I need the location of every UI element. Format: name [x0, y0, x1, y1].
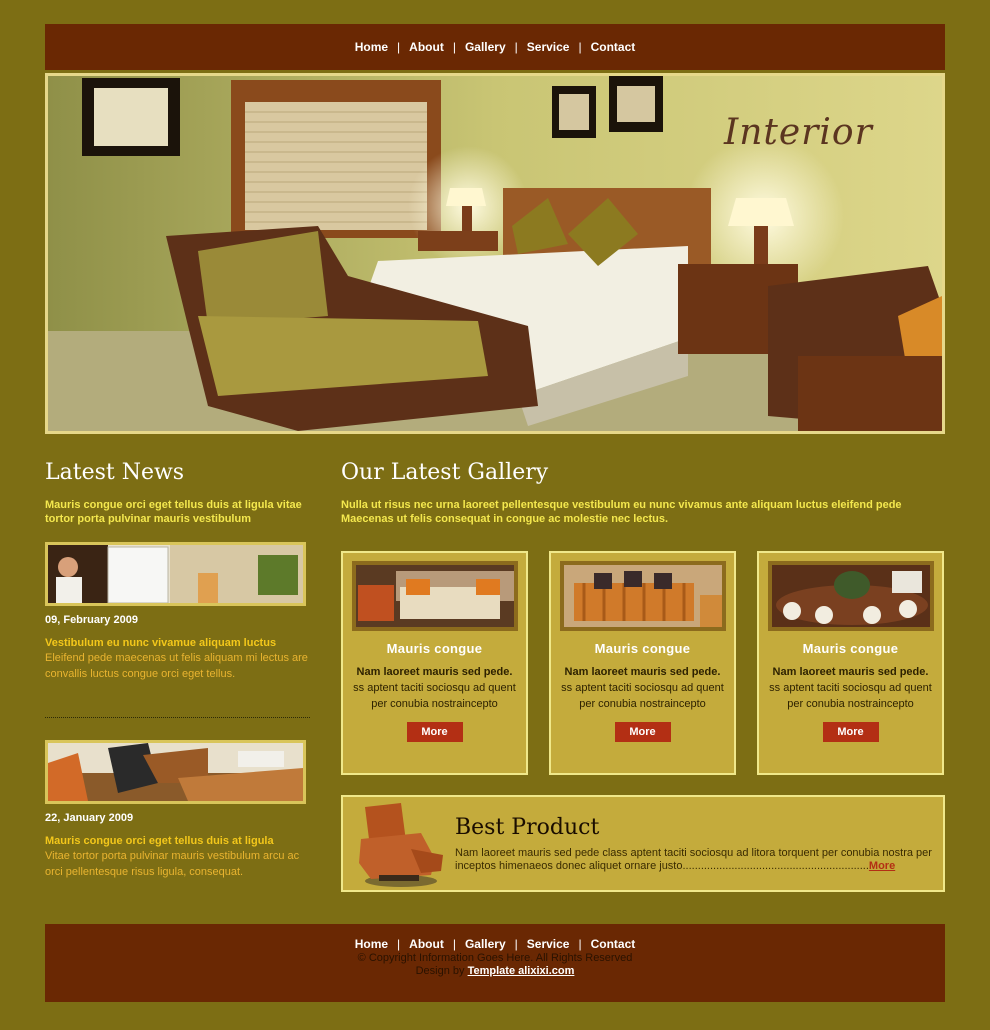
footer-nav-contact[interactable]: Contact	[591, 937, 636, 951]
gallery-heading: Our Latest Gallery	[341, 460, 549, 485]
nav-separator: |	[397, 937, 401, 951]
card-body-text: ss aptent taciti sociosqu ad quent per c…	[769, 682, 932, 710]
best-product-more-link[interactable]: More	[869, 860, 895, 872]
footer-nav-about[interactable]: About	[409, 937, 444, 951]
footer-nav-home[interactable]: Home	[355, 937, 388, 951]
card-title: Mauris congue	[802, 641, 899, 656]
gallery-card: Mauris congue Nam laoreet mauris sed ped…	[757, 551, 944, 775]
page-wrapper: Home | About | Gallery | Service | Conta…	[45, 24, 945, 1002]
best-product-title: Best Product	[455, 815, 600, 840]
nav-separator: |	[397, 40, 401, 54]
nav-separator: |	[452, 937, 456, 951]
gallery-thumbnail[interactable]	[767, 561, 934, 631]
news-body: Vitae tortor porta pulvinar mauris vesti…	[45, 850, 300, 878]
gallery-thumbnail[interactable]	[559, 561, 726, 631]
news-divider	[45, 717, 310, 718]
gallery-card: Mauris congue Nam laoreet mauris sed ped…	[341, 551, 528, 775]
nav-separator: |	[578, 40, 582, 54]
nav-home[interactable]: Home	[355, 40, 388, 54]
latest-news-intro: Mauris congue orci eget tellus duis at l…	[45, 499, 302, 525]
news-thumbnail[interactable]	[45, 740, 306, 804]
latest-news-heading: Latest News	[45, 460, 185, 485]
footer-nav-service[interactable]: Service	[527, 937, 570, 951]
nav-service[interactable]: Service	[527, 40, 570, 54]
more-button[interactable]: More	[822, 722, 879, 742]
card-body-bold: Nam laoreet mauris sed pede.	[564, 666, 721, 678]
news-title[interactable]: Vestibulum eu nunc vivamue aliquam luctu…	[45, 637, 309, 649]
copyright-text: © Copyright Information Goes Here. All R…	[357, 952, 633, 964]
news-date: 22, January 2009	[45, 812, 134, 824]
card-body-text: ss aptent taciti sociosqu ad quent per c…	[353, 682, 516, 710]
news-item: 09, February 2009 Vestibulum eu nunc viv…	[45, 542, 309, 682]
card-title: Mauris congue	[386, 641, 483, 656]
more-button[interactable]: More	[614, 722, 671, 742]
news-item: 22, January 2009 Mauris congue orci eget…	[45, 740, 309, 880]
card-body: Nam laoreet mauris sed pede. ss aptent t…	[353, 664, 516, 712]
best-product-text: Nam laoreet mauris sed pede class aptent…	[455, 847, 932, 872]
nav-separator: |	[452, 40, 456, 54]
armchair-photo	[359, 803, 443, 887]
top-nav: Home | About | Gallery | Service | Conta…	[45, 24, 945, 70]
design-credit-prefix: Design by	[415, 965, 465, 977]
nav-separator: |	[578, 937, 582, 951]
nav-separator: |	[514, 937, 518, 951]
office-photo	[48, 545, 303, 603]
news-date: 09, February 2009	[45, 614, 138, 626]
dining-photo	[771, 565, 930, 627]
desk-photo	[48, 743, 303, 801]
hero-banner: Interior	[45, 73, 945, 434]
news-body: Eleifend pede maecenas ut felis aliquam …	[45, 652, 308, 680]
best-product-body: Nam laoreet mauris sed pede class aptent…	[455, 847, 939, 873]
footer-nav: Home | About | Gallery | Service | Conta…	[45, 937, 945, 951]
sofa-photo	[355, 565, 514, 627]
card-body: Nam laoreet mauris sed pede. ss aptent t…	[561, 664, 724, 712]
gallery-intro: Nulla ut risus nec urna laoreet pellente…	[341, 499, 902, 525]
best-product-panel: Best Product Nam laoreet mauris sed pede…	[341, 795, 945, 892]
striped-sofa-photo	[563, 565, 722, 627]
footer: Home | About | Gallery | Service | Conta…	[45, 924, 945, 1002]
news-title[interactable]: Mauris congue orci eget tellus duis at l…	[45, 835, 309, 847]
gallery-card: Mauris congue Nam laoreet mauris sed ped…	[549, 551, 736, 775]
nav-separator: |	[514, 40, 518, 54]
design-credit: Design by Template alixixi.com	[45, 965, 945, 977]
nav-gallery[interactable]: Gallery	[465, 40, 506, 54]
design-credit-link[interactable]: Template alixixi.com	[468, 965, 575, 977]
nav-contact[interactable]: Contact	[591, 40, 636, 54]
news-thumbnail[interactable]	[45, 542, 306, 606]
more-button[interactable]: More	[406, 722, 463, 742]
footer-nav-gallery[interactable]: Gallery	[465, 937, 506, 951]
card-title: Mauris congue	[594, 641, 691, 656]
card-body-text: ss aptent taciti sociosqu ad quent per c…	[561, 682, 724, 710]
card-body-bold: Nam laoreet mauris sed pede.	[356, 666, 513, 678]
card-body: Nam laoreet mauris sed pede. ss aptent t…	[769, 664, 932, 712]
hero-title: Interior	[724, 112, 873, 153]
gallery-thumbnail[interactable]	[351, 561, 518, 631]
nav-about[interactable]: About	[409, 40, 444, 54]
card-body-bold: Nam laoreet mauris sed pede.	[772, 666, 929, 678]
